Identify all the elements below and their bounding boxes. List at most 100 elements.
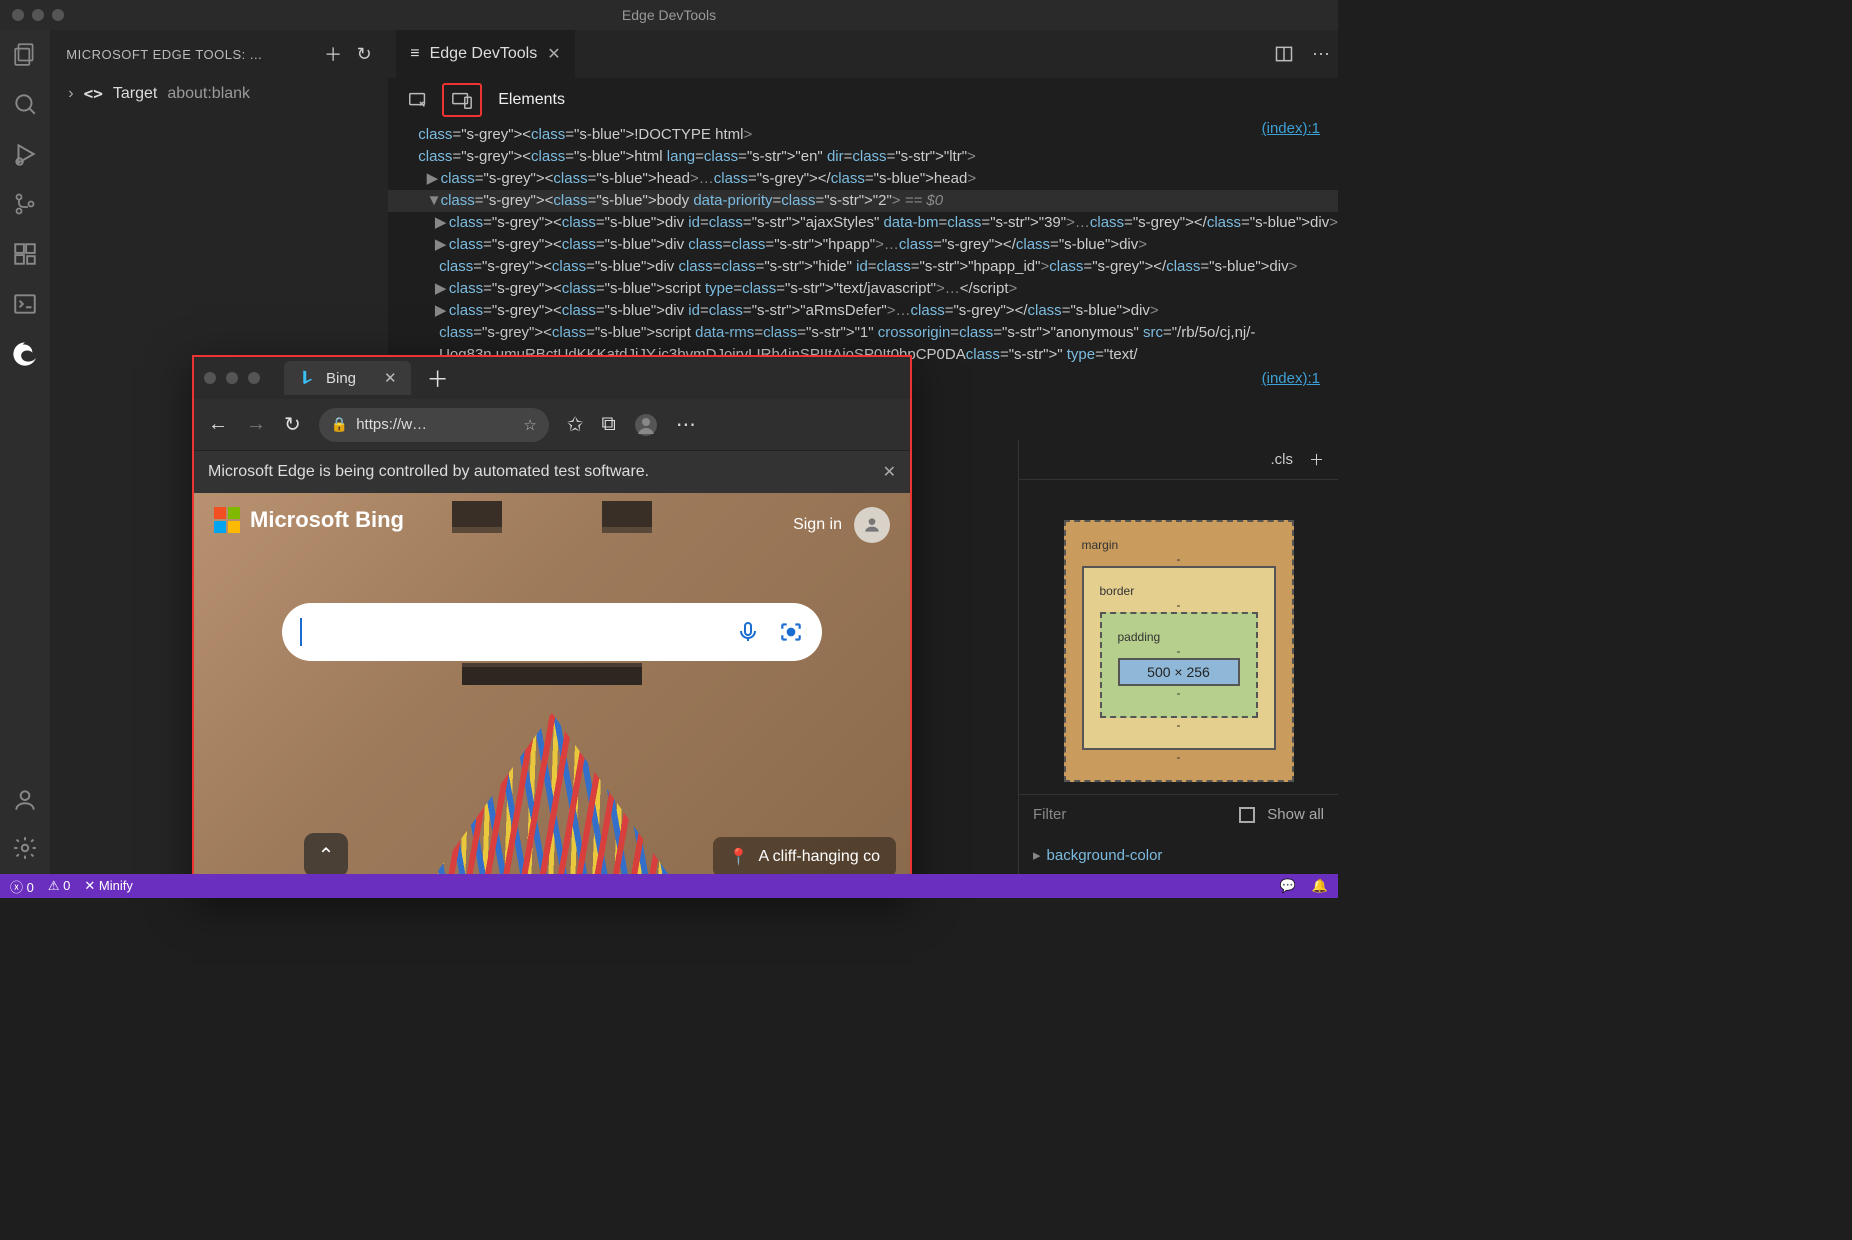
split-editor-icon[interactable] bbox=[1274, 44, 1294, 65]
cls-toggle[interactable]: .cls bbox=[1270, 451, 1293, 468]
dom-source-view[interactable]: class="s-grey"><class="s-blue">!DOCTYPE … bbox=[388, 122, 1338, 366]
bell-icon[interactable]: 🔔 bbox=[1312, 878, 1328, 894]
platform-decoration bbox=[462, 663, 642, 685]
max-dot[interactable] bbox=[52, 9, 64, 21]
show-all-label: Show all bbox=[1267, 806, 1324, 823]
expand-icon[interactable]: ▸ bbox=[1033, 846, 1041, 864]
target-label: Target bbox=[113, 85, 157, 103]
search-icon[interactable] bbox=[11, 90, 39, 118]
tab-edge-devtools[interactable]: ≡ Edge DevTools ✕ bbox=[396, 30, 574, 78]
ribbons-decoration bbox=[422, 713, 682, 893]
target-row[interactable]: › <> Target about:blank bbox=[50, 78, 388, 109]
signin-area[interactable]: Sign in bbox=[793, 507, 890, 543]
edge-max-dot[interactable] bbox=[248, 372, 260, 384]
signin-label: Sign in bbox=[793, 516, 842, 534]
profile-icon[interactable] bbox=[634, 413, 658, 437]
text-cursor bbox=[300, 618, 302, 646]
explorer-icon[interactable] bbox=[11, 40, 39, 68]
source-link-1[interactable]: (index):1 bbox=[1262, 120, 1320, 138]
minify-status[interactable]: ✕ Minify bbox=[84, 878, 132, 894]
scroll-up-button[interactable]: ⌃ bbox=[304, 833, 348, 877]
more-icon[interactable]: ⋯ bbox=[1312, 44, 1330, 65]
source-link-2[interactable]: (index):1 bbox=[1262, 370, 1320, 388]
box-content: 500 × 256 bbox=[1118, 658, 1240, 686]
edge-menu-icon[interactable]: ⋯ bbox=[676, 412, 696, 437]
edge-navbar: ← → ↻ 🔒 https://w… ☆ ✩ ⧉ ⋯ bbox=[194, 399, 910, 451]
show-all-checkbox[interactable] bbox=[1239, 807, 1255, 823]
padding-label: padding bbox=[1118, 630, 1240, 644]
traffic-lights bbox=[0, 9, 64, 21]
terminal-icon[interactable] bbox=[11, 290, 39, 318]
edge-min-dot[interactable] bbox=[226, 372, 238, 384]
edge-tabstrip: Bing ✕ ＋ bbox=[194, 357, 910, 399]
border-label: border bbox=[1100, 584, 1258, 598]
add-icon[interactable]: ＋ bbox=[324, 41, 343, 67]
sidebar-heading-label: MICROSOFT EDGE TOOLS: ... bbox=[66, 47, 310, 62]
code-icon: <> bbox=[84, 84, 103, 103]
edge-devtools-icon[interactable] bbox=[11, 340, 39, 368]
styles-panel: .cls ＋ (index):1 (index):1 margin - bord… bbox=[1018, 440, 1338, 874]
edge-tab-close-icon[interactable]: ✕ bbox=[384, 369, 397, 387]
url-text: https://w… bbox=[356, 416, 427, 433]
errors-count[interactable]: ⓧ 0 bbox=[10, 877, 34, 896]
bing-search-input[interactable] bbox=[282, 603, 822, 661]
image-caption[interactable]: 📍 A cliff-hanging co bbox=[713, 837, 896, 877]
extensions-icon[interactable] bbox=[11, 240, 39, 268]
collections-icon[interactable]: ⧉ bbox=[602, 413, 616, 436]
window-title: Edge DevTools bbox=[622, 7, 716, 23]
close-dot[interactable] bbox=[12, 9, 24, 21]
temple-decoration bbox=[492, 501, 612, 541]
device-emulation-icon[interactable] bbox=[442, 83, 482, 117]
select-element-icon[interactable] bbox=[398, 83, 438, 117]
devtools-toolbar: Elements bbox=[388, 78, 1338, 122]
feedback-icon[interactable]: 💬 bbox=[1280, 878, 1296, 894]
bing-brand-text: Microsoft Bing bbox=[250, 507, 404, 533]
infobar-close-icon[interactable]: ✕ bbox=[883, 462, 896, 482]
elements-panel-tab[interactable]: Elements bbox=[486, 91, 577, 109]
property-name[interactable]: background-color bbox=[1047, 847, 1163, 864]
status-bar: ⓧ 0 ⚠ 0 ✕ Minify 💬 🔔 bbox=[0, 874, 1338, 898]
chevron-right-icon: › bbox=[68, 85, 73, 103]
forward-icon[interactable]: → bbox=[246, 413, 266, 436]
add-rule-icon[interactable]: ＋ bbox=[1309, 449, 1324, 470]
run-debug-icon[interactable] bbox=[11, 140, 39, 168]
edge-page-content: Microsoft Bing Sign in ⌃ 📍 A cliff-hangi… bbox=[194, 493, 910, 893]
activity-bar bbox=[0, 30, 50, 874]
filter-input[interactable]: Filter bbox=[1033, 806, 1227, 823]
automation-infobar: Microsoft Edge is being controlled by au… bbox=[194, 451, 910, 493]
infobar-text: Microsoft Edge is being controlled by au… bbox=[208, 463, 649, 481]
star-outline-icon[interactable]: ☆ bbox=[523, 416, 536, 434]
camera-icon[interactable] bbox=[778, 619, 804, 645]
caption-text: A cliff-hanging co bbox=[758, 848, 880, 866]
edge-new-tab-icon[interactable]: ＋ bbox=[427, 362, 449, 394]
address-bar[interactable]: 🔒 https://w… ☆ bbox=[319, 408, 549, 442]
box-model: margin - border - padding - 500 × 256 - … bbox=[1064, 520, 1294, 782]
bing-icon bbox=[298, 369, 316, 387]
window-titlebar: Edge DevTools bbox=[0, 0, 1338, 30]
reload-icon[interactable]: ↻ bbox=[284, 412, 301, 437]
sidebar-heading: MICROSOFT EDGE TOOLS: ... ＋ ↻ bbox=[50, 30, 388, 78]
margin-label: margin bbox=[1082, 538, 1276, 552]
favorites-icon[interactable]: ✩ bbox=[567, 412, 584, 437]
tab-menu-icon: ≡ bbox=[410, 45, 419, 63]
account-icon[interactable] bbox=[11, 786, 39, 814]
min-dot[interactable] bbox=[32, 9, 44, 21]
refresh-icon[interactable]: ↻ bbox=[357, 44, 373, 65]
tab-label: Edge DevTools bbox=[430, 45, 538, 63]
embedded-edge-window: Bing ✕ ＋ ← → ↻ 🔒 https://w… ☆ ✩ ⧉ ⋯ Micr… bbox=[192, 355, 912, 895]
editor-tabbar: ≡ Edge DevTools ✕ ⋯ bbox=[388, 30, 1338, 78]
source-control-icon[interactable] bbox=[11, 190, 39, 218]
microsoft-logo-icon bbox=[214, 507, 240, 533]
warnings-count[interactable]: ⚠ 0 bbox=[48, 878, 71, 894]
bing-brand[interactable]: Microsoft Bing bbox=[214, 507, 404, 533]
location-pin-icon: 📍 bbox=[729, 847, 749, 867]
back-icon[interactable]: ← bbox=[208, 413, 228, 436]
edge-tab-bing[interactable]: Bing ✕ bbox=[284, 361, 411, 395]
tab-close-icon[interactable]: ✕ bbox=[547, 44, 560, 64]
lock-icon: 🔒 bbox=[331, 416, 348, 433]
edge-close-dot[interactable] bbox=[204, 372, 216, 384]
settings-gear-icon[interactable] bbox=[11, 834, 39, 862]
mic-icon[interactable] bbox=[736, 619, 760, 645]
target-value: about:blank bbox=[167, 85, 250, 103]
avatar-icon[interactable] bbox=[854, 507, 890, 543]
